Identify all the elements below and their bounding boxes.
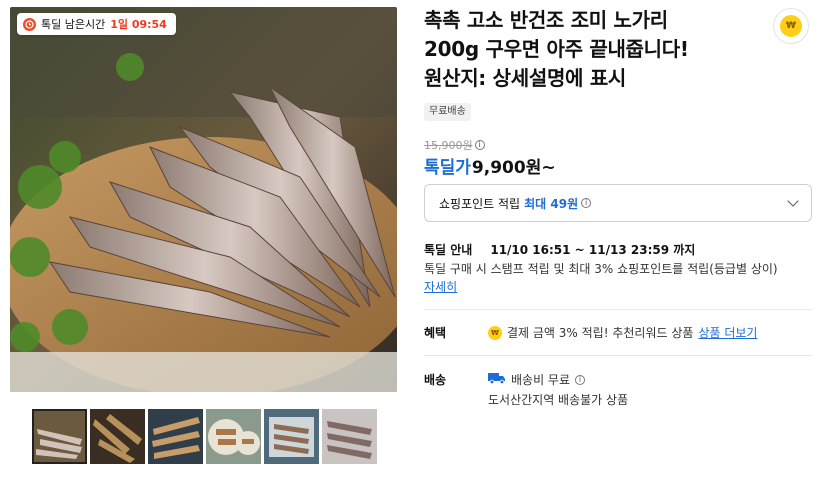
thumbnail-4[interactable] [206, 409, 261, 464]
point-label: 쇼핑포인트 적립 [439, 196, 521, 211]
shipping-fee-row: 배송비 무료 i [488, 371, 586, 388]
info-icon[interactable]: i [474, 140, 485, 150]
truck-icon [488, 372, 506, 387]
product-main-image [10, 7, 397, 392]
thumbnail-2[interactable] [90, 409, 145, 464]
product-title-line-1: 촉촉 고소 반건조 조미 노가리 [424, 8, 668, 32]
thumbnail-6[interactable] [322, 409, 377, 464]
thumbnail-3[interactable] [148, 409, 203, 464]
clock-icon [23, 17, 36, 31]
more-products-link[interactable]: 상품 더보기 [698, 324, 757, 341]
coin-icon: ₩ [780, 15, 802, 37]
deal-price: 톡딜가 9,900원~ [424, 153, 556, 178]
timer-remaining: 1일 09:54 [110, 18, 167, 31]
deal-info-title: 톡딜 안내 [424, 243, 473, 257]
shipping-note: 도서산간지역 배송불가 상품 [488, 393, 629, 407]
coin-icon: ₩ [488, 325, 502, 340]
info-icon[interactable]: i [581, 198, 592, 208]
timer-label: 톡딜 남은시간 [41, 18, 106, 31]
thumbnail-1[interactable] [32, 409, 87, 464]
divider [424, 309, 812, 310]
chevron-down-icon [787, 195, 799, 207]
point-max: 최대 49원 [524, 196, 579, 211]
deal-price-value: 9,900원~ [471, 158, 556, 178]
product-title-line-2: 200g 구우면 아주 끝내줍니다! [424, 37, 689, 61]
shipping-label: 배송 [424, 373, 447, 387]
deal-price-label: 톡딜가 [424, 158, 471, 178]
deal-info-period: 11/10 16:51 ~ 11/13 23:59 까지 [490, 243, 696, 257]
thumbnail-5[interactable] [264, 409, 319, 464]
info-icon[interactable]: i [575, 374, 586, 385]
thumbnail-strip [32, 409, 377, 464]
original-price: 15,900원 i [424, 137, 485, 153]
detail-link[interactable]: 자세히 [424, 278, 457, 295]
deal-timer-badge: 톡딜 남은시간 1일 09:54 [17, 13, 176, 35]
benefit-label: 혜택 [424, 326, 447, 340]
benefit-row: ₩ 결제 금액 3% 적립! 추천리워드 상품 상품 더보기 [488, 324, 757, 341]
shipping-fee: 배송비 무료 [511, 373, 571, 387]
divider [424, 355, 812, 356]
reward-coin-button[interactable]: ₩ [773, 8, 809, 44]
shopping-point-dropdown[interactable]: 쇼핑포인트 적립 최대 49원 i [424, 184, 812, 222]
deal-info-description: 톡딜 구매 시 스탬프 적립 및 최대 3% 쇼핑포인트를 적립(등급별 상이) [424, 262, 778, 276]
product-title: 촉촉 고소 반건조 조미 노가리 200g 구우면 아주 끝내줍니다! 원산지:… [424, 6, 764, 93]
free-shipping-badge: 무료배송 [424, 103, 471, 121]
original-price-value: 15,900원 [424, 139, 473, 152]
product-title-line-3: 원산지: 상세설명에 표시 [424, 66, 627, 90]
benefit-text: 결제 금액 3% 적립! 추천리워드 상품 [507, 326, 694, 340]
deal-info-header: 톡딜 안내 11/10 16:51 ~ 11/13 23:59 까지 [424, 241, 695, 258]
